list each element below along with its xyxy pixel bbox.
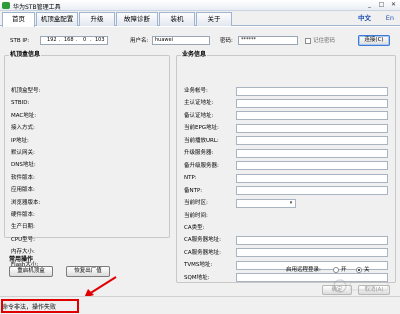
close-icon[interactable]: ✕: [389, 1, 398, 9]
business-info-label: 当前时间:: [184, 212, 208, 219]
language-english-link[interactable]: En: [386, 13, 394, 23]
business-info-label: 当前时区:: [184, 200, 208, 207]
tab-bar: 首页 机顶盒配置 升级 故障诊断 装机 关于 中文 En: [0, 11, 400, 27]
business-info-field[interactable]: [236, 86, 388, 96]
app-logo-icon: [2, 2, 10, 9]
stb-info-label: 接入方式:: [11, 125, 35, 132]
stb-info-title: 机顶盒信息: [9, 51, 42, 59]
business-info-field[interactable]: [236, 148, 388, 158]
timezone-dropdown[interactable]: ▾: [236, 198, 296, 208]
minimize-icon[interactable]: _: [365, 1, 374, 9]
remote-login-on-radio[interactable]: [333, 267, 339, 273]
business-info-label: SQM地址:: [184, 274, 210, 281]
business-info-label: 备NTP:: [184, 187, 203, 194]
reboot-stb-button[interactable]: 重启机顶盒: [9, 266, 53, 277]
stb-info-label: IP地址:: [11, 137, 29, 144]
password-label: 密码:: [220, 38, 233, 44]
remote-login-off-label: 关: [364, 267, 370, 273]
business-info-field[interactable]: [236, 235, 388, 245]
ip-octet-2: 168: [64, 37, 74, 43]
remote-login-on-label: 开: [341, 267, 347, 273]
tab-install[interactable]: 装机: [159, 12, 195, 26]
business-info-title: 业务信息: [181, 51, 208, 59]
stb-info-label: 内存大小:: [11, 249, 35, 256]
password-field[interactable]: ******: [238, 36, 298, 45]
status-highlight-box: [1, 299, 79, 313]
business-info-label: NTP:: [184, 175, 197, 182]
remember-password-checkbox[interactable]: [305, 38, 311, 44]
business-info-field[interactable]: [236, 123, 388, 133]
business-info-label: CA服务器地址:: [184, 237, 221, 244]
business-info-label: 当前播放URL:: [184, 137, 219, 144]
language-chinese-link[interactable]: 中文: [358, 13, 371, 23]
ip-octet-3: 0: [83, 37, 87, 43]
business-info-label: TVMS地址:: [184, 262, 213, 269]
window-controls: _ □ ✕: [365, 1, 398, 9]
stb-info-label: 软件版本:: [11, 174, 35, 181]
business-info-field[interactable]: [236, 186, 388, 196]
stb-info-label: 生产日期:: [11, 224, 35, 231]
remember-password-label: 记住密码: [313, 38, 336, 44]
stb-ip-input[interactable]: 192 . 168 . 0 . 103: [40, 36, 108, 45]
stb-info-label: STBID:: [11, 100, 30, 107]
common-ops-title: 常用操作: [9, 256, 34, 263]
stb-info-label: MAC地址:: [11, 112, 37, 119]
business-info-label: 备认证地址:: [184, 112, 214, 119]
business-info-label: 主认证地址:: [184, 100, 214, 107]
business-info-label: CA服务器地址:: [184, 249, 221, 256]
stb-info-label: 应用版本:: [11, 187, 35, 194]
business-info-label: 备升级服务器:: [184, 162, 219, 169]
remote-login-off-radio[interactable]: [356, 267, 362, 273]
tab-about[interactable]: 关于: [196, 12, 232, 26]
stb-info-label: 硬件版本:: [11, 212, 35, 218]
business-info-label: 业务帐号:: [184, 88, 208, 94]
business-info-field[interactable]: [236, 173, 388, 183]
maximize-icon[interactable]: □: [377, 1, 386, 9]
ip-octet-4: 103: [95, 37, 105, 43]
business-info-label: CA类型:: [184, 224, 205, 231]
tab-diagnosis[interactable]: 故障诊断: [116, 12, 158, 26]
status-bar: 命令非法，操作失败: [0, 296, 400, 314]
business-info-field[interactable]: [236, 248, 388, 258]
business-info-field[interactable]: [236, 98, 388, 108]
business-info-field[interactable]: [236, 136, 388, 146]
remote-login-label: 启用远程登录:: [286, 267, 321, 273]
window-title: 华为STB管理工具: [13, 4, 61, 11]
tab-home[interactable]: 首页: [2, 12, 35, 27]
stb-ip-label: STB IP:: [10, 38, 30, 44]
stb-info-label: CPU型号:: [11, 236, 36, 243]
username-label: 用户名:: [130, 38, 149, 44]
business-info-label: 当前EPG地址:: [184, 125, 219, 132]
tab-stb-config[interactable]: 机顶盒配置: [36, 12, 78, 26]
stb-info-label: 机顶盒型号:: [11, 88, 41, 94]
chevron-down-icon: ▾: [289, 199, 293, 206]
business-info-label: 升级服务器:: [184, 150, 214, 157]
stb-info-label: 默认网关:: [11, 150, 35, 156]
watermark-logo: [333, 279, 389, 293]
connect-button[interactable]: 连接(C): [358, 35, 390, 46]
ip-octet-1: 192: [47, 37, 57, 43]
business-info-field[interactable]: [236, 111, 388, 121]
main-content: STB IP: 192 . 168 . 0 . 103 用户名: huawei …: [0, 27, 400, 296]
stb-info-label: DNS地址:: [11, 162, 36, 169]
tab-upgrade[interactable]: 升级: [79, 12, 115, 26]
title-bar: 华为STB管理工具 _ □ ✕: [0, 0, 400, 11]
stb-info-label: 浏览器版本:: [11, 199, 41, 206]
business-info-field[interactable]: [236, 161, 388, 171]
username-field[interactable]: huawei: [152, 36, 210, 45]
